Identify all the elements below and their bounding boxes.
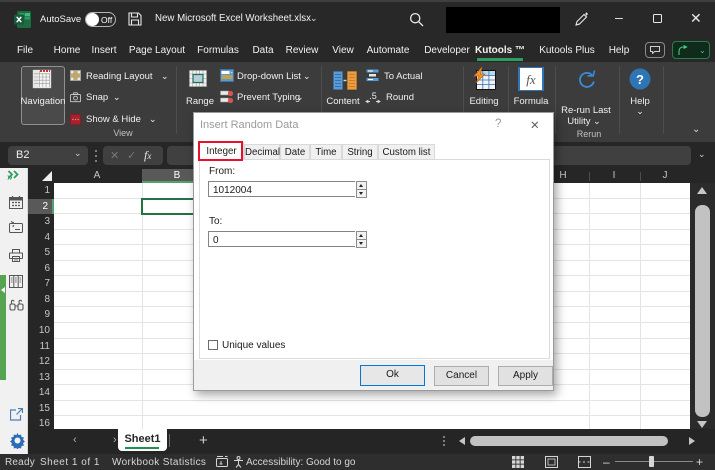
svg-text:fx: fx — [526, 72, 536, 87]
svg-text:.5: .5 — [369, 91, 377, 101]
svg-text:?: ? — [636, 72, 644, 87]
